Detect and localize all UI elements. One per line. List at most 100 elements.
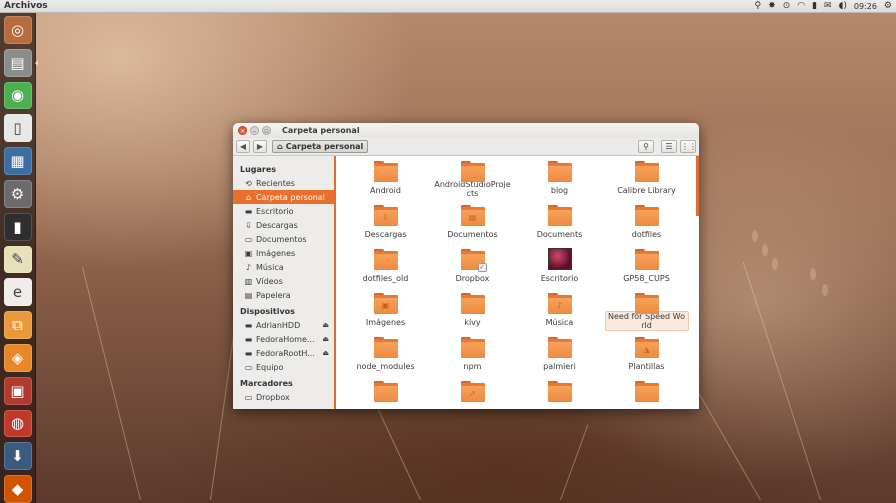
maximize-button[interactable]: ▫ bbox=[262, 126, 271, 135]
chrome-icon[interactable]: ◉ bbox=[3, 81, 32, 110]
system-menu-gear-icon[interactable]: ⚙ bbox=[884, 0, 892, 13]
sidebar: Lugares ⟲ Recientes ⌂ Carpeta personal ▬ Escri… bbox=[233, 156, 336, 409]
lifesaver-glyph: ◍ bbox=[10, 414, 25, 433]
mail-indicator-icon[interactable]: ✉ bbox=[824, 0, 832, 13]
location-indicator-icon[interactable]: ⚲ bbox=[755, 0, 762, 13]
wifi-indicator-icon[interactable]: ◠ bbox=[797, 0, 805, 13]
folder-item[interactable]: ✓ Dropbox bbox=[429, 248, 516, 287]
folder-item[interactable]: ▤ Documentos bbox=[429, 204, 516, 243]
text-editor-icon[interactable]: ▯ bbox=[3, 114, 32, 143]
indicator-area: ⚲ ✸ ⊙ ◠ ▮ ✉ ◖) 09:26 ⚙ bbox=[755, 0, 892, 13]
desktop-folder-item[interactable]: Escritorio bbox=[516, 248, 603, 287]
emacs-icon[interactable]: e bbox=[3, 278, 32, 307]
folder-icon bbox=[547, 204, 572, 226]
lifesaver-icon[interactable]: ◍ bbox=[3, 409, 32, 438]
folder-item[interactable]: ◮ Plantillas bbox=[603, 336, 690, 375]
text-editor-glyph: ▯ bbox=[13, 119, 22, 138]
notes-glyph: ✎ bbox=[11, 250, 24, 269]
folder-item[interactable]: kivy bbox=[429, 292, 516, 331]
folder-item[interactable]: ♪ Música bbox=[516, 292, 603, 331]
store-icon[interactable]: ◆ bbox=[3, 475, 32, 503]
sidebar-item-escritorio[interactable]: ▬ Escritorio bbox=[233, 204, 334, 218]
path-bar-home[interactable]: ⌂ Carpeta personal bbox=[272, 140, 369, 153]
sidebar-item-v-deos[interactable]: ▥ Vídeos bbox=[233, 274, 334, 288]
minimize-button[interactable]: – bbox=[250, 126, 259, 135]
ubuntu-home-icon[interactable]: ◎ bbox=[3, 16, 32, 44]
folder-item[interactable]: ⇩ Descargas bbox=[342, 204, 429, 243]
settings-icon[interactable]: ⚙ bbox=[3, 179, 32, 208]
file-name bbox=[383, 405, 389, 407]
apps-icon[interactable]: ⬇ bbox=[3, 442, 32, 471]
sidebar-item-recientes[interactable]: ⟲ Recientes bbox=[233, 176, 334, 190]
sidebar-item-carpeta-personal[interactable]: ⌂ Carpeta personal bbox=[233, 190, 334, 204]
sidebar-item-papelera[interactable]: ▤ Papelera bbox=[233, 288, 334, 302]
files-glyph: ▤ bbox=[10, 53, 25, 72]
folder-item[interactable]: palmieri bbox=[516, 336, 603, 375]
sidebar-item-label: Equipo bbox=[256, 362, 284, 372]
scrollbar[interactable] bbox=[696, 156, 699, 216]
folder-item[interactable]: Calibre Library bbox=[603, 160, 690, 199]
network-icon[interactable]: ⧉ bbox=[3, 311, 32, 339]
folder-item[interactable]: GP58_CUPS bbox=[603, 248, 690, 287]
folder-item[interactable] bbox=[603, 380, 690, 409]
file-name: Música bbox=[545, 318, 574, 327]
sidebar-item-documentos[interactable]: ▭ Documentos bbox=[233, 232, 334, 246]
close-button[interactable]: × bbox=[238, 126, 247, 135]
folder-item[interactable]: npm bbox=[429, 336, 516, 375]
sidebar-item-fedorahome-[interactable]: ▬ FedoraHome... ⏏ bbox=[233, 332, 334, 346]
forward-button[interactable]: ▶ bbox=[253, 140, 267, 153]
list-view-button[interactable]: ☰ bbox=[661, 140, 677, 153]
clock[interactable]: 09:26 bbox=[854, 2, 877, 11]
sidebar-item-dropbox[interactable]: ▭ Dropbox bbox=[233, 390, 334, 404]
notes-icon[interactable]: ✎ bbox=[3, 245, 32, 274]
file-view[interactable]: Android AndroidStudioProjects blog Calibre … bbox=[336, 156, 699, 409]
folder-item[interactable]: AndroidStudioProjects bbox=[429, 160, 516, 199]
dropbox-indicator-icon[interactable]: ✸ bbox=[768, 0, 776, 13]
bookmarks-header: Marcadores bbox=[240, 379, 293, 388]
file-name: palmieri bbox=[543, 362, 576, 371]
folder-item[interactable]: Need for Speed World bbox=[603, 292, 690, 331]
folder-icon bbox=[634, 160, 659, 182]
writer-icon[interactable]: ▦ bbox=[3, 147, 32, 175]
volume-indicator-icon[interactable]: ◖) bbox=[839, 0, 847, 13]
folder-item[interactable] bbox=[516, 380, 603, 409]
folder-icon bbox=[460, 336, 485, 358]
eject-icon[interactable]: ⏏ bbox=[322, 335, 329, 343]
battery-indicator-icon[interactable]: ▮ bbox=[812, 0, 817, 13]
sidebar-item-m-sica[interactable]: ♪ Música bbox=[233, 260, 334, 274]
title-bar[interactable]: × – ▫ Carpeta personal bbox=[233, 123, 699, 138]
network-glyph: ⧉ bbox=[12, 316, 23, 335]
sidebar-item-im-genes[interactable]: ▣ Imágenes bbox=[233, 246, 334, 260]
sidebar-item-fedorarooth-[interactable]: ▬ FedoraRootH... ⏏ bbox=[233, 346, 334, 360]
folder-item[interactable]: dotfiles_old bbox=[342, 248, 429, 287]
folder-item[interactable]: Android bbox=[342, 160, 429, 199]
folder-item[interactable] bbox=[342, 380, 429, 409]
sidebar-item-label: AdrianHDD bbox=[256, 320, 301, 330]
folder-item[interactable]: node_modules bbox=[342, 336, 429, 375]
eject-icon[interactable]: ⏏ bbox=[322, 321, 329, 329]
grid-view-button[interactable]: ⋮⋮ bbox=[680, 140, 697, 153]
folder-icon bbox=[634, 204, 659, 226]
folder-item[interactable]: blog bbox=[516, 160, 603, 199]
back-button[interactable]: ◀ bbox=[236, 140, 250, 153]
files-icon[interactable]: ▤ bbox=[3, 48, 38, 77]
update-indicator-icon[interactable]: ⊙ bbox=[783, 0, 791, 13]
sidebar-item-descargas[interactable]: ⇩ Descargas bbox=[233, 218, 334, 232]
search-button[interactable]: ⚲ bbox=[638, 140, 654, 153]
sublime-icon[interactable]: ◈ bbox=[3, 343, 32, 372]
settings-glyph: ⚙ bbox=[10, 184, 25, 203]
sidebar-item-equipo[interactable]: ▭ Equipo bbox=[233, 360, 334, 374]
sidebar-item-icon: ▥ bbox=[244, 276, 253, 286]
folder-item[interactable]: ▣ Imágenes bbox=[342, 292, 429, 331]
folder-item[interactable]: dotfiles bbox=[603, 204, 690, 243]
folder-item[interactable]: Documents bbox=[516, 204, 603, 243]
folder-item[interactable]: ↗ bbox=[429, 380, 516, 409]
file-name: kivy bbox=[464, 318, 481, 327]
folder-icon: ♪ bbox=[547, 292, 572, 314]
terminal-icon[interactable]: ▮ bbox=[3, 212, 32, 241]
eject-icon[interactable]: ⏏ bbox=[322, 349, 329, 357]
monitor-icon[interactable]: ▣ bbox=[3, 376, 32, 405]
sidebar-item-adrianhdd[interactable]: ▬ AdrianHDD ⏏ bbox=[233, 318, 334, 332]
file-name: dotfiles bbox=[631, 230, 662, 239]
file-name: Documents bbox=[536, 230, 583, 239]
